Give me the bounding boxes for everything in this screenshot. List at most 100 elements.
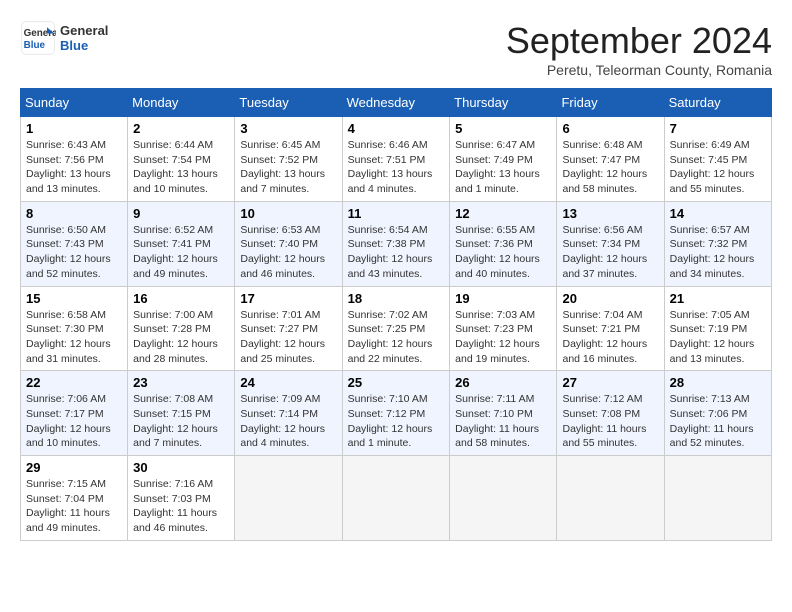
- calendar-day-cell: 21Sunrise: 7:05 AMSunset: 7:19 PMDayligh…: [664, 286, 771, 371]
- calendar-day-cell: 10 Sunrise: 6:53 AMSunset: 7:40 PMDayligh…: [235, 201, 342, 286]
- day-info: Sunrise: 7:03 AMSunset: 7:23 PMDaylight:…: [455, 308, 551, 367]
- calendar-day-cell: 18 Sunrise: 7:02 AMSunset: 7:25 PMDayligh…: [342, 286, 450, 371]
- day-number: 27: [562, 375, 658, 390]
- calendar-day-cell: 19 Sunrise: 7:03 AMSunset: 7:23 PMDayligh…: [450, 286, 557, 371]
- day-info: Sunrise: 6:54 AMSunset: 7:38 PMDaylight:…: [348, 223, 445, 282]
- calendar-day-cell: 13Sunrise: 6:56 AMSunset: 7:34 PMDayligh…: [557, 201, 664, 286]
- day-info: Sunrise: 6:46 AMSunset: 7:51 PMDaylight:…: [348, 138, 445, 197]
- day-number: 26: [455, 375, 551, 390]
- day-number: 5: [455, 121, 551, 136]
- location-subtitle: Peretu, Teleorman County, Romania: [506, 62, 772, 78]
- day-info: Sunrise: 7:15 AMSunset: 7:04 PMDaylight:…: [26, 477, 122, 536]
- day-info: Sunrise: 7:12 AMSunset: 7:08 PMDaylight:…: [562, 392, 658, 451]
- calendar-week-row: 1 Sunrise: 6:43 AMSunset: 7:56 PMDaylight…: [21, 117, 772, 202]
- calendar-day-cell: 6Sunrise: 6:48 AMSunset: 7:47 PMDaylight…: [557, 117, 664, 202]
- day-number: 15: [26, 291, 122, 306]
- day-info: Sunrise: 6:56 AMSunset: 7:34 PMDaylight:…: [562, 223, 658, 282]
- weekday-header-sunday: Sunday: [21, 89, 128, 117]
- day-info: Sunrise: 6:57 AMSunset: 7:32 PMDaylight:…: [670, 223, 766, 282]
- day-info: Sunrise: 6:49 AMSunset: 7:45 PMDaylight:…: [670, 138, 766, 197]
- calendar-day-cell: 22 Sunrise: 7:06 AMSunset: 7:17 PMDayligh…: [21, 371, 128, 456]
- weekday-header-friday: Friday: [557, 89, 664, 117]
- day-info: Sunrise: 6:43 AMSunset: 7:56 PMDaylight:…: [26, 138, 122, 197]
- month-title: September 2024: [506, 20, 772, 62]
- calendar-day-cell: 11 Sunrise: 6:54 AMSunset: 7:38 PMDayligh…: [342, 201, 450, 286]
- day-number: 18: [348, 291, 445, 306]
- calendar-day-cell: 12Sunrise: 6:55 AMSunset: 7:36 PMDayligh…: [450, 201, 557, 286]
- calendar-day-cell: [450, 456, 557, 541]
- calendar-day-cell: 29 Sunrise: 7:15 AMSunset: 7:04 PMDayligh…: [21, 456, 128, 541]
- logo-line1: General: [60, 23, 108, 38]
- calendar-day-cell: 17 Sunrise: 7:01 AMSunset: 7:27 PMDayligh…: [235, 286, 342, 371]
- calendar-day-cell: 8 Sunrise: 6:50 AMSunset: 7:43 PMDaylight…: [21, 201, 128, 286]
- calendar-day-cell: [342, 456, 450, 541]
- day-number: 9: [133, 206, 229, 221]
- calendar-day-cell: 7Sunrise: 6:49 AMSunset: 7:45 PMDaylight…: [664, 117, 771, 202]
- calendar-day-cell: 4 Sunrise: 6:46 AMSunset: 7:51 PMDaylight…: [342, 117, 450, 202]
- day-info: Sunrise: 7:10 AMSunset: 7:12 PMDaylight:…: [348, 392, 445, 451]
- calendar-day-cell: [235, 456, 342, 541]
- day-number: 16: [133, 291, 229, 306]
- day-number: 22: [26, 375, 122, 390]
- day-info: Sunrise: 6:47 AMSunset: 7:49 PMDaylight:…: [455, 138, 551, 197]
- calendar-day-cell: 16Sunrise: 7:00 AMSunset: 7:28 PMDayligh…: [128, 286, 235, 371]
- calendar-day-cell: 30 Sunrise: 7:16 AMSunset: 7:03 PMDayligh…: [128, 456, 235, 541]
- day-number: 12: [455, 206, 551, 221]
- logo-icon: General Blue: [20, 20, 56, 56]
- day-number: 19: [455, 291, 551, 306]
- day-number: 11: [348, 206, 445, 221]
- day-number: 2: [133, 121, 229, 136]
- calendar-week-row: 15 Sunrise: 6:58 AMSunset: 7:30 PMDayligh…: [21, 286, 772, 371]
- weekday-header-thursday: Thursday: [450, 89, 557, 117]
- day-number: 1: [26, 121, 122, 136]
- calendar-day-cell: 23 Sunrise: 7:08 AMSunset: 7:15 PMDayligh…: [128, 371, 235, 456]
- weekday-header-row: SundayMondayTuesdayWednesdayThursdayFrid…: [21, 89, 772, 117]
- svg-text:Blue: Blue: [24, 40, 46, 51]
- day-number: 20: [562, 291, 658, 306]
- title-block: September 2024 Peretu, Teleorman County,…: [506, 20, 772, 78]
- calendar-day-cell: 2Sunrise: 6:44 AMSunset: 7:54 PMDaylight…: [128, 117, 235, 202]
- day-number: 17: [240, 291, 336, 306]
- calendar-week-row: 22 Sunrise: 7:06 AMSunset: 7:17 PMDayligh…: [21, 371, 772, 456]
- day-number: 21: [670, 291, 766, 306]
- calendar-day-cell: 27 Sunrise: 7:12 AMSunset: 7:08 PMDayligh…: [557, 371, 664, 456]
- day-number: 3: [240, 121, 336, 136]
- day-info: Sunrise: 7:02 AMSunset: 7:25 PMDaylight:…: [348, 308, 445, 367]
- day-info: Sunrise: 7:04 AMSunset: 7:21 PMDaylight:…: [562, 308, 658, 367]
- day-info: Sunrise: 7:08 AMSunset: 7:15 PMDaylight:…: [133, 392, 229, 451]
- day-number: 10: [240, 206, 336, 221]
- calendar-day-cell: 25 Sunrise: 7:10 AMSunset: 7:12 PMDayligh…: [342, 371, 450, 456]
- calendar-day-cell: 24 Sunrise: 7:09 AMSunset: 7:14 PMDayligh…: [235, 371, 342, 456]
- day-number: 25: [348, 375, 445, 390]
- calendar-day-cell: [664, 456, 771, 541]
- calendar-week-row: 29 Sunrise: 7:15 AMSunset: 7:04 PMDayligh…: [21, 456, 772, 541]
- day-number: 23: [133, 375, 229, 390]
- calendar-day-cell: 5 Sunrise: 6:47 AMSunset: 7:49 PMDaylight…: [450, 117, 557, 202]
- page-header: General Blue General Blue September 2024…: [20, 20, 772, 78]
- day-info: Sunrise: 6:52 AMSunset: 7:41 PMDaylight:…: [133, 223, 229, 282]
- weekday-header-saturday: Saturday: [664, 89, 771, 117]
- day-info: Sunrise: 7:16 AMSunset: 7:03 PMDaylight:…: [133, 477, 229, 536]
- day-info: Sunrise: 7:06 AMSunset: 7:17 PMDaylight:…: [26, 392, 122, 451]
- logo: General Blue General Blue: [20, 20, 108, 56]
- day-info: Sunrise: 6:48 AMSunset: 7:47 PMDaylight:…: [562, 138, 658, 197]
- weekday-header-tuesday: Tuesday: [235, 89, 342, 117]
- day-number: 29: [26, 460, 122, 475]
- day-info: Sunrise: 6:45 AMSunset: 7:52 PMDaylight:…: [240, 138, 336, 197]
- calendar-day-cell: 14Sunrise: 6:57 AMSunset: 7:32 PMDayligh…: [664, 201, 771, 286]
- calendar-week-row: 8 Sunrise: 6:50 AMSunset: 7:43 PMDaylight…: [21, 201, 772, 286]
- day-number: 28: [670, 375, 766, 390]
- calendar-day-cell: 3 Sunrise: 6:45 AMSunset: 7:52 PMDaylight…: [235, 117, 342, 202]
- calendar-day-cell: 1 Sunrise: 6:43 AMSunset: 7:56 PMDaylight…: [21, 117, 128, 202]
- day-info: Sunrise: 6:53 AMSunset: 7:40 PMDaylight:…: [240, 223, 336, 282]
- day-info: Sunrise: 6:58 AMSunset: 7:30 PMDaylight:…: [26, 308, 122, 367]
- logo-line2: Blue: [60, 38, 108, 53]
- day-info: Sunrise: 7:01 AMSunset: 7:27 PMDaylight:…: [240, 308, 336, 367]
- day-info: Sunrise: 6:50 AMSunset: 7:43 PMDaylight:…: [26, 223, 122, 282]
- day-number: 4: [348, 121, 445, 136]
- calendar-day-cell: 28Sunrise: 7:13 AMSunset: 7:06 PMDayligh…: [664, 371, 771, 456]
- day-number: 8: [26, 206, 122, 221]
- day-number: 30: [133, 460, 229, 475]
- day-info: Sunrise: 7:09 AMSunset: 7:14 PMDaylight:…: [240, 392, 336, 451]
- day-number: 24: [240, 375, 336, 390]
